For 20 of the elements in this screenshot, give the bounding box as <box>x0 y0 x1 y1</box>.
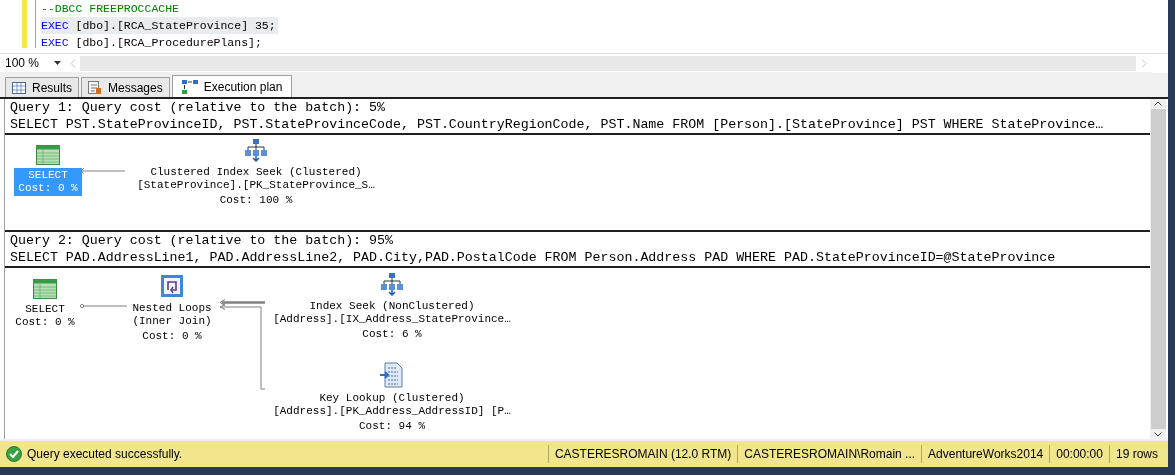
query-header: Query 1: Query cost (relative to the batch): 5% <box>10 99 387 116</box>
plan-node-label[interactable]: Clustered Index Seek (Clustered) [StateProvince].[PK_StateProvince_S… Cost: 100 % <box>133 165 379 208</box>
query-header: Query 2: Query cost (relative to the batch): 95% <box>10 232 394 249</box>
results-tab[interactable]: Execution plan <box>171 75 293 97</box>
status-item: CASTERESROMAIN\Romain ... <box>737 445 922 463</box>
results-tab[interactable]: Results <box>5 77 79 97</box>
plan-node-label[interactable]: Nested Loops (Inner Join) Cost: 0 % <box>128 301 216 344</box>
code-line: --DBCC FREEPROCCACHE <box>41 1 181 17</box>
status-message: Query executed successfully. <box>27 446 184 463</box>
query-sql: SELECT PST.StateProvinceID, PST.StateProvinceCode, PST.CountryRegionCode, PST.Name FROM [Person].[StateProvince] PST WHERE StateProvince… <box>10 116 1105 133</box>
status-item: 19 rows <box>1108 445 1164 463</box>
status-item: 00:00:00 <box>1049 445 1109 463</box>
status-item: CASTERESROMAIN (12.0 RTM) <box>547 445 738 463</box>
query-sql: SELECT PAD.AddressLine1, PAD.AddressLine2, PAD.City,PAD.PostalCode FROM Person.Address PAD WHERE PAD.StateProvinceID=@StateProvince <box>10 249 1057 266</box>
code-line: EXEC [dbo].[RCA_ProcedurePlans]; <box>41 35 263 51</box>
status-item: AdventureWorks2014 <box>921 445 1050 463</box>
results-tab[interactable]: Messages <box>81 77 170 97</box>
plan-node-label[interactable]: Index Seek (NonClustered) [Address].[IX_Address_StateProvince… Cost: 6 % <box>269 299 515 342</box>
plan-node-label[interactable]: Key Lookup (Clustered) [Address].[PK_Address_AddressID] [P… Cost: 94 % <box>269 391 515 434</box>
plan-node-label[interactable]: SELECT Cost: 0 % <box>11 302 79 330</box>
